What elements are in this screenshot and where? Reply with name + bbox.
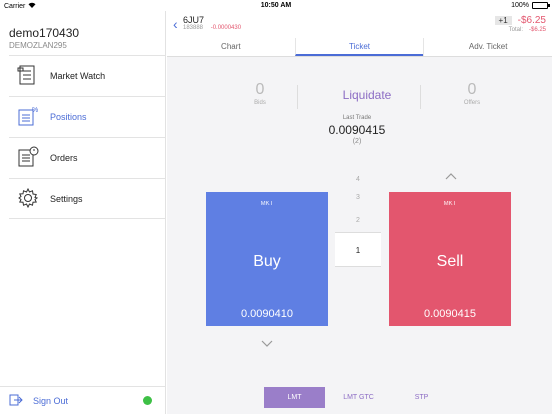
instrument-code: 183888 <box>183 25 204 31</box>
sidebar-item-label: Market Watch <box>50 71 106 81</box>
quantity-option[interactable]: 4 <box>335 174 381 186</box>
total-value: -$6.25 <box>528 27 546 33</box>
order-type-lmt-gtc[interactable]: LMT GTC <box>328 387 389 408</box>
last-trade-size: (2) <box>352 138 362 145</box>
sell-label: Sell <box>436 253 464 270</box>
buy-price: 0.0090410 <box>241 308 293 320</box>
buy-order-type: MKT <box>260 201 274 207</box>
account-info: demo170430 DEMOZLAN295 <box>9 26 79 50</box>
positions-icon: % <box>16 104 40 130</box>
account-name: demo170430 <box>9 26 80 40</box>
sell-order-type: MKT <box>443 201 457 207</box>
orders-icon <box>16 145 40 171</box>
buy-label: Buy <box>253 253 281 270</box>
quantity-picker[interactable]: 4 3 2 1 <box>335 174 381 267</box>
battery-icon <box>532 2 550 9</box>
sidebar-item-label: Settings <box>50 193 83 204</box>
quantity-option[interactable]: 3 <box>335 186 381 209</box>
back-chevron-icon[interactable]: ‹ <box>173 16 178 32</box>
tab-chart[interactable]: Chart <box>167 38 295 56</box>
tab-adv-ticket[interactable]: Adv. Ticket <box>423 38 552 56</box>
market-watch-icon <box>16 63 40 89</box>
sell-price: 0.0090415 <box>424 308 476 320</box>
last-trade: Last Trade 0.0090415 (2) <box>277 115 437 145</box>
instrument-symbol: 6JU7 <box>183 15 205 25</box>
sidebar-item-settings[interactable]: Settings <box>9 178 166 219</box>
connection-status-dot <box>143 396 152 405</box>
market-depth: 0 Bids Liquidate 0 Offers <box>207 79 507 113</box>
last-trade-price: 0.0090415 <box>328 123 386 137</box>
battery-percent: 100% <box>511 2 529 9</box>
sign-out-icon <box>9 393 23 409</box>
sidebar-menu: Market Watch % Positions Orders Settings <box>9 55 166 219</box>
position-summary: +1 -$6.25 Total: -$6.25 <box>494 15 546 33</box>
sign-out-button[interactable]: Sign Out <box>0 386 166 414</box>
order-type-stp[interactable]: STP <box>391 387 452 408</box>
chevron-up-icon[interactable] <box>445 169 457 183</box>
open-pl: -$6.25 <box>517 15 546 26</box>
instrument-change: -0.0000430 <box>210 25 242 31</box>
sidebar-item-positions[interactable]: % Positions <box>9 96 166 137</box>
order-type-lmt[interactable]: LMT <box>264 387 325 408</box>
total-pl-row: Total: -$6.25 <box>495 27 546 33</box>
total-label: Total: <box>508 27 523 33</box>
sidebar: demo170430 DEMOZLAN295 Market Watch % Po… <box>0 11 166 414</box>
quantity-selected[interactable]: 1 <box>335 232 381 267</box>
quantity-option[interactable]: 2 <box>335 209 381 232</box>
offers-label: Offers <box>463 100 481 106</box>
sidebar-item-label: Orders <box>50 153 78 163</box>
sidebar-item-orders[interactable]: Orders <box>9 137 166 178</box>
sell-button[interactable]: MKT Sell 0.0090415 <box>389 192 511 326</box>
liquidate-button[interactable]: Liquidate <box>297 88 437 102</box>
status-time: 10:50 AM <box>260 2 292 9</box>
offers-box: 0 Offers <box>419 81 525 106</box>
instrument-header: ‹ 6JU7 183888 -0.0000430 +1 -$6.25 Total… <box>167 11 552 38</box>
tab-ticket[interactable]: Ticket <box>294 38 424 56</box>
instrument-meta: 183888 -0.0000430 <box>183 25 241 31</box>
offers-count: 0 <box>467 81 477 98</box>
account-id: DEMOZLAN295 <box>9 41 67 50</box>
sidebar-item-market-watch[interactable]: Market Watch <box>9 55 166 96</box>
sign-out-label: Sign Out <box>33 395 69 406</box>
buy-button[interactable]: MKT Buy 0.0090410 <box>206 192 328 326</box>
sidebar-item-label: Positions <box>50 112 87 122</box>
order-type-selector: LMT LMT GTC STP <box>167 387 552 409</box>
status-bar: Carrier 10:50 AM 100% <box>0 0 552 11</box>
gear-icon <box>16 186 40 212</box>
last-trade-label: Last Trade <box>342 115 372 121</box>
tab-bar: Chart Ticket Adv. Ticket <box>167 38 552 57</box>
instrument-info: 6JU7 183888 -0.0000430 <box>183 15 241 31</box>
position-qty-badge: +1 <box>494 16 512 25</box>
svg-text:%: % <box>32 107 38 114</box>
chevron-down-icon[interactable] <box>261 337 273 351</box>
main-panel: ‹ 6JU7 183888 -0.0000430 +1 -$6.25 Total… <box>167 11 552 414</box>
